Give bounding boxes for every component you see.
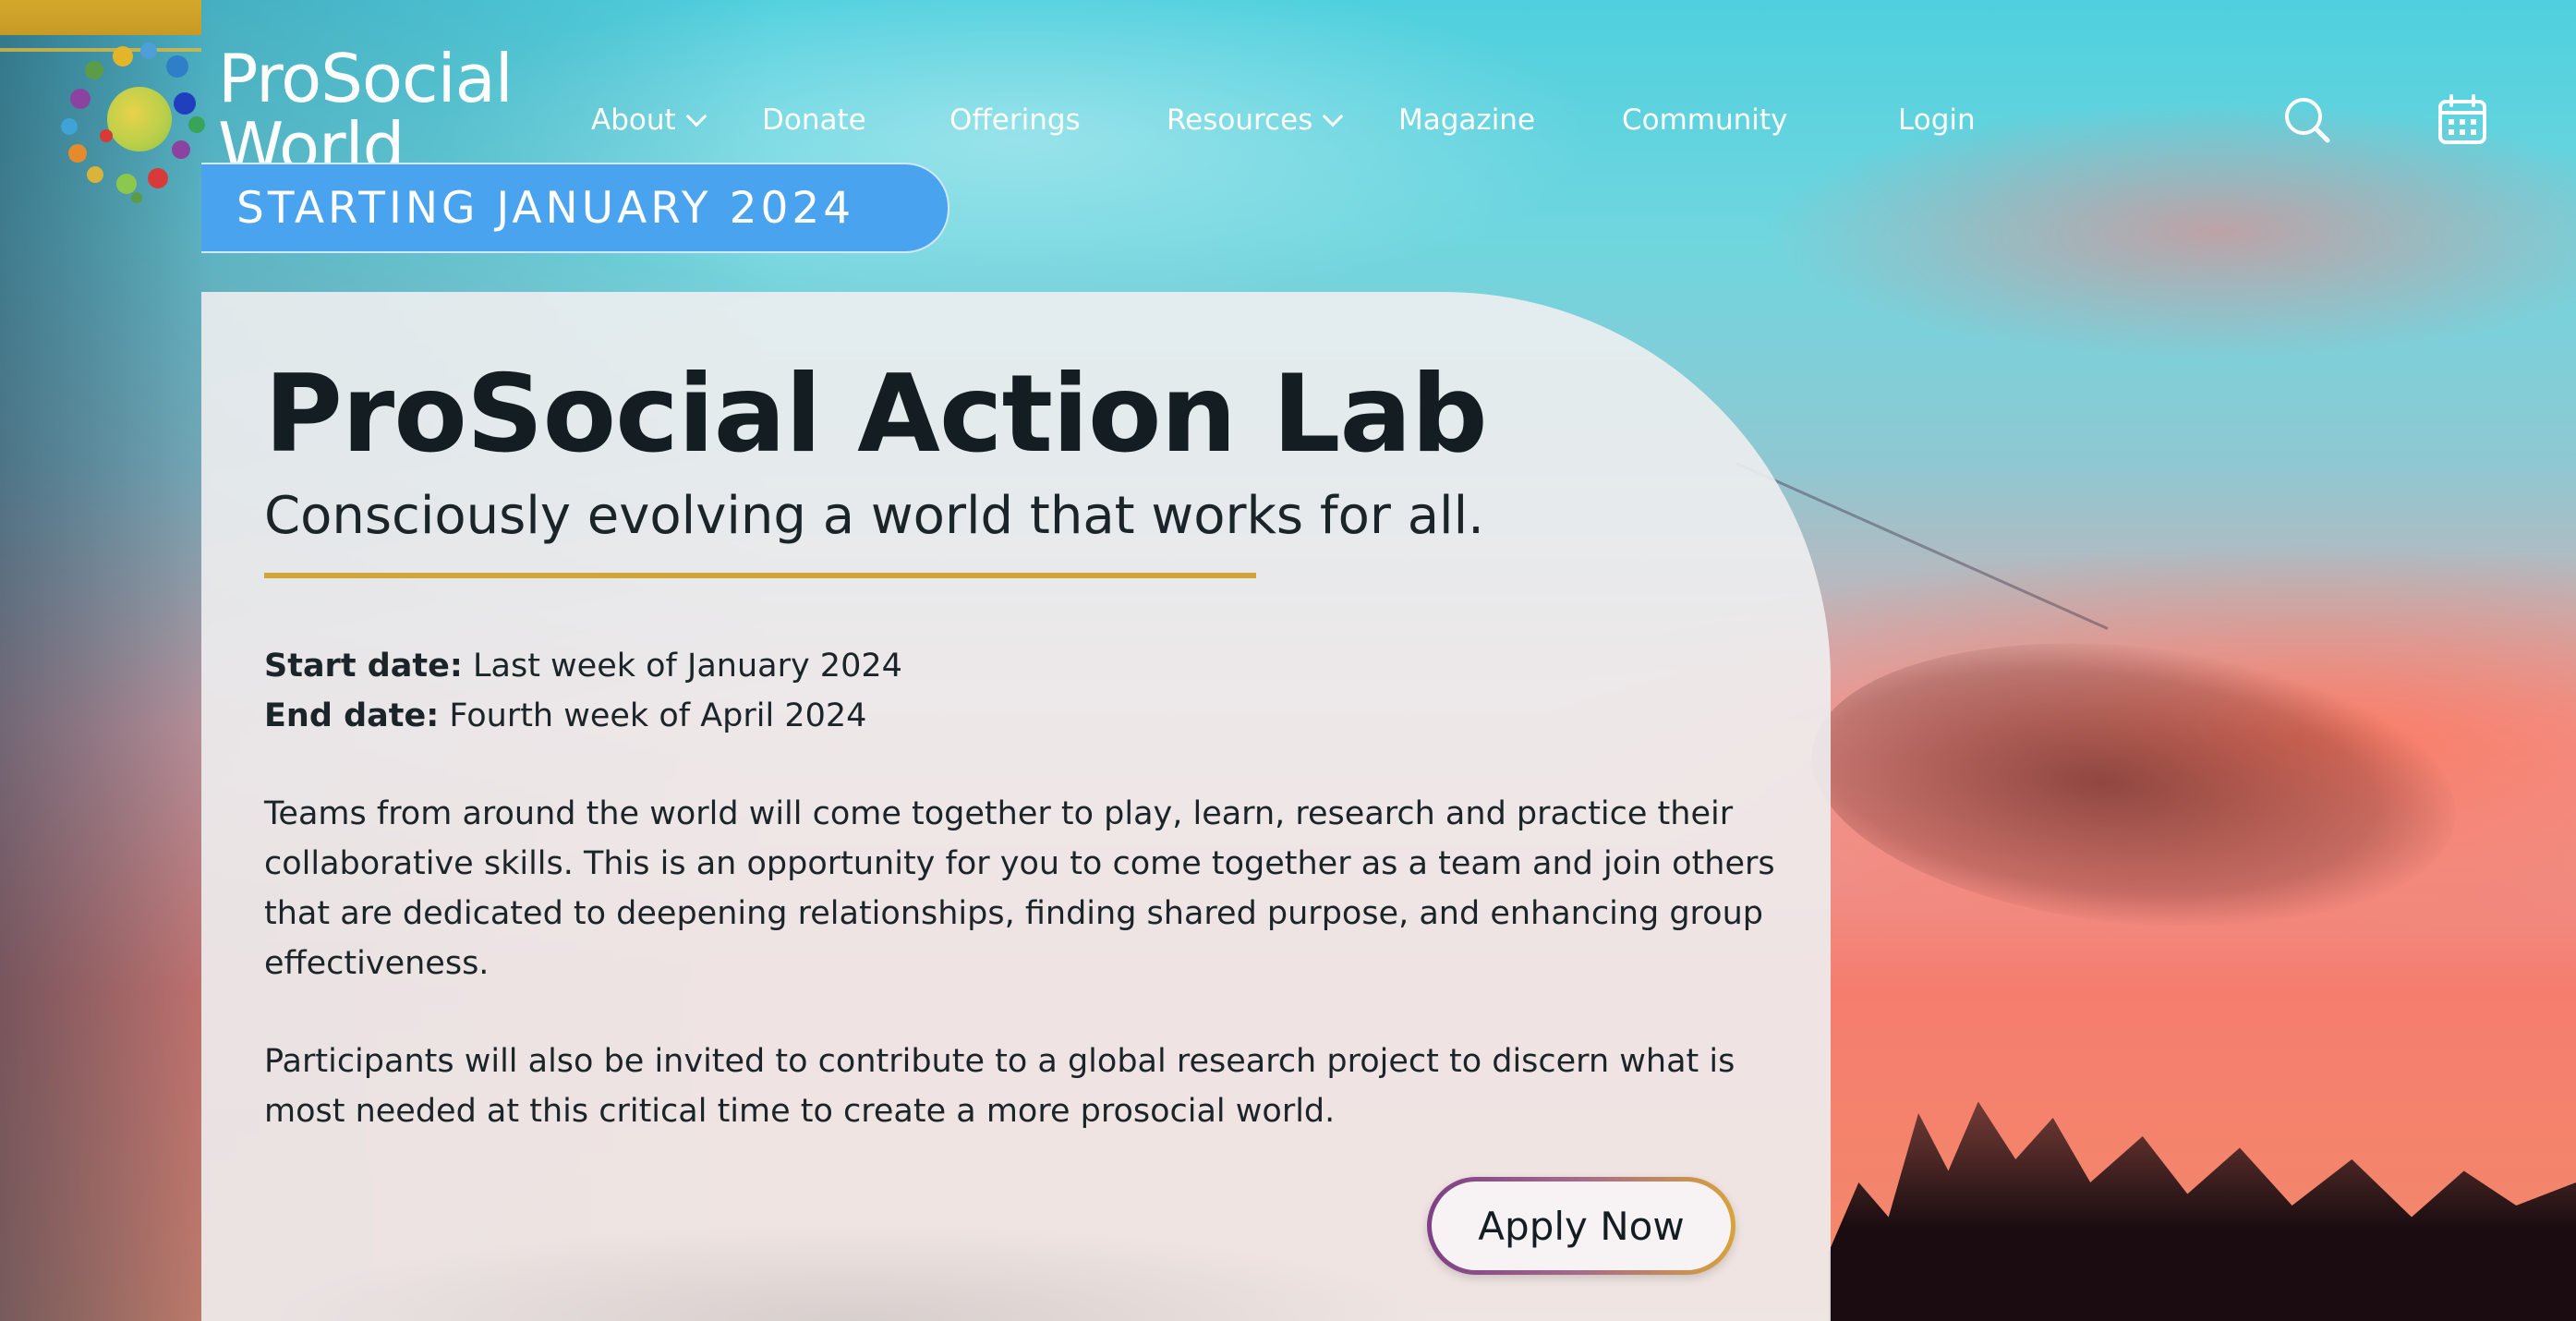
nav-about-label: About: [591, 103, 676, 137]
nav-offerings-label: Offerings: [949, 103, 1081, 137]
nav-about[interactable]: About: [591, 100, 707, 140]
page-title: ProSocial Action Lab: [264, 352, 1488, 477]
nav-community-label: Community: [1622, 103, 1788, 137]
nav-login[interactable]: Login: [1898, 100, 1976, 140]
nav-donate-label: Donate: [762, 103, 866, 137]
nav-donate[interactable]: Donate: [762, 100, 866, 140]
end-date-row: End date: Fourth week of April 2024: [264, 691, 1816, 741]
tree-silhouette: [1829, 1101, 2576, 1321]
nav-community[interactable]: Community: [1622, 100, 1787, 140]
description-paragraph-1: Teams from around the world will come to…: [264, 795, 1775, 982]
nav-magazine[interactable]: Magazine: [1398, 100, 1535, 140]
start-date-label: Start date:: [264, 648, 463, 685]
logo-line-1: ProSocial: [218, 40, 514, 117]
search-icon[interactable]: [2280, 92, 2335, 148]
chevron-down-icon: [685, 105, 707, 127]
end-date-label: End date:: [264, 697, 440, 734]
start-date-value: Last week of January 2024: [473, 648, 902, 685]
calendar-icon[interactable]: [2435, 92, 2490, 148]
logo-dots-icon: [59, 37, 216, 203]
nav-magazine-label: Magazine: [1398, 103, 1536, 137]
hero-card: ProSocial Action Lab Consciously evolvin…: [201, 292, 1831, 1321]
gold-corner-accent: [0, 0, 201, 35]
chevron-down-icon: [1323, 105, 1344, 127]
apply-now-button[interactable]: Apply Now: [1427, 1177, 1735, 1275]
description-paragraph-2: Participants will also be invited to con…: [264, 1043, 1735, 1130]
logo-wordmark: ProSocial World: [218, 40, 514, 181]
nav-login-label: Login: [1898, 103, 1976, 137]
end-date-value: Fourth week of April 2024: [449, 697, 867, 734]
nav-offerings[interactable]: Offerings: [949, 100, 1081, 140]
nav-resources-label: Resources: [1167, 103, 1313, 137]
nav-resources[interactable]: Resources: [1167, 100, 1344, 140]
page-subtitle: Consciously evolving a world that works …: [264, 486, 1484, 546]
bird-flock: [1797, 613, 2470, 957]
start-date-badge: STARTING JANUARY 2024: [201, 163, 949, 253]
program-dates: Start date: Last week of January 2024 En…: [264, 641, 1816, 741]
start-date-row: Start date: Last week of January 2024: [264, 641, 1816, 691]
gold-divider: [264, 573, 1256, 578]
